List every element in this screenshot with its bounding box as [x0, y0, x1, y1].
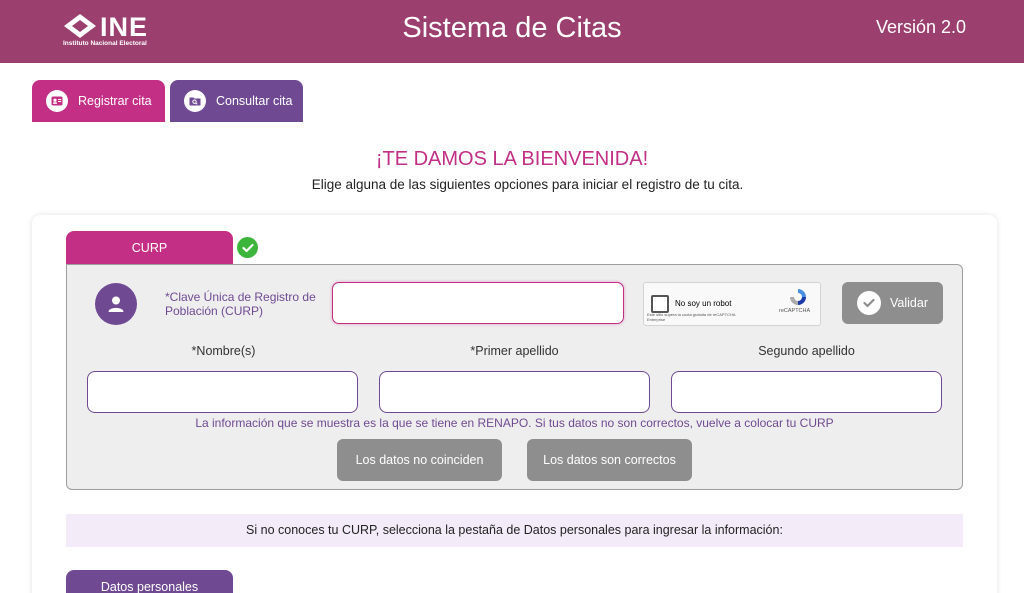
- data-correct-button[interactable]: Los datos son correctos: [527, 439, 692, 481]
- folder-search-icon: [184, 90, 206, 112]
- primer-apellido-field[interactable]: [379, 371, 650, 413]
- version-label: Versión 2.0: [875, 17, 966, 37]
- user-icon: [95, 283, 137, 325]
- tab-label: Registrar cita: [78, 94, 152, 108]
- recaptcha-note: Este sitio supera la cuota gratuita de r…: [647, 312, 736, 322]
- tab-datos-personales[interactable]: Datos personales: [66, 570, 233, 593]
- check-circle-icon: [857, 291, 881, 315]
- app-header: INE Instituto Nacional Electoral Sistema…: [0, 0, 1024, 63]
- recaptcha-logo-icon: [790, 289, 806, 305]
- curp-label: *Clave Única de Registro de Población (C…: [165, 290, 316, 318]
- recaptcha-brand: reCAPTCHA: [779, 308, 811, 314]
- segundo-apellido-label: Segundo apellido: [758, 344, 855, 358]
- nombre-label: *Nombre(s): [191, 344, 256, 358]
- app-title: Sistema de Citas: [402, 12, 622, 44]
- curp-input[interactable]: [332, 282, 624, 324]
- id-card-icon: [46, 90, 68, 112]
- recaptcha-widget: No soy un robot reCAPTCHA Este sitio sup…: [643, 282, 821, 326]
- tab-consultar-cita[interactable]: Consultar cita: [170, 80, 303, 122]
- renapo-note: La información que se muestra es la que …: [195, 416, 834, 430]
- tab-registrar-cita[interactable]: Registrar cita: [32, 80, 165, 122]
- data-mismatch-button[interactable]: Los datos no coinciden: [337, 439, 502, 481]
- welcome-subtitle: Elige alguna de las siguientes opciones …: [311, 177, 744, 192]
- validate-button[interactable]: Validar: [842, 282, 943, 324]
- validate-label: Validar: [890, 296, 928, 310]
- tab-label: Consultar cita: [216, 94, 293, 108]
- recaptcha-label: No soy un robot: [675, 299, 732, 308]
- primer-apellido-label: *Primer apellido: [470, 344, 559, 358]
- nombre-field[interactable]: [87, 371, 358, 413]
- welcome-title: ¡TE DAMOS LA BIENVENIDA!: [375, 148, 649, 170]
- tab-curp[interactable]: CURP: [66, 231, 233, 265]
- check-icon: [237, 237, 258, 258]
- segundo-apellido-field[interactable]: [671, 371, 942, 413]
- curp-hint: Si no conoces tu CURP, selecciona la pes…: [66, 514, 963, 547]
- recaptcha-checkbox[interactable]: [651, 295, 669, 313]
